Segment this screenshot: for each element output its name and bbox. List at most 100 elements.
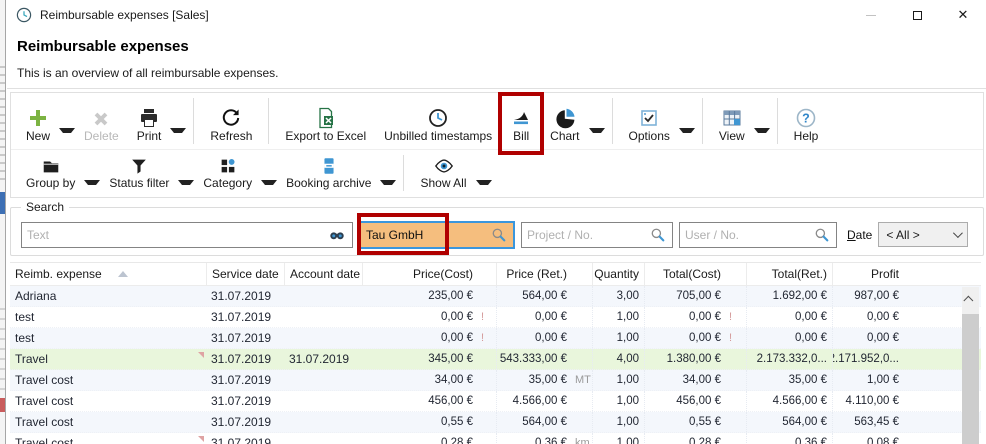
- window-title: Reimbursable expenses [Sales]: [40, 8, 209, 22]
- delete-x-icon: [91, 105, 111, 129]
- print-button[interactable]: Print: [128, 94, 171, 148]
- date-select[interactable]: < All >: [878, 222, 968, 247]
- chevron-down-icon: [953, 228, 963, 238]
- bill-annotation-wrapper: Bill: [501, 94, 541, 148]
- text-search-input[interactable]: [27, 228, 327, 242]
- page-subtitle: This is an overview of all reimbursable …: [17, 66, 278, 80]
- chart-dropdown-arrow[interactable]: [589, 128, 605, 133]
- category-button[interactable]: Category: [194, 151, 261, 195]
- refresh-button[interactable]: Refresh: [201, 94, 261, 148]
- view-button[interactable]: View: [710, 94, 754, 148]
- new-button[interactable]: New: [17, 94, 59, 148]
- separator: [777, 98, 778, 144]
- export-to-excel-button[interactable]: Export to Excel: [276, 94, 375, 148]
- chart-button[interactable]: Chart: [541, 94, 588, 148]
- status-filter-dropdown-arrow[interactable]: [178, 180, 194, 185]
- excel-document-icon: [315, 105, 337, 129]
- col-header-total-cost[interactable]: Total(Cost): [644, 263, 726, 285]
- eye-icon: [433, 156, 455, 176]
- magnifier-icon[interactable]: [813, 226, 831, 244]
- separator: [268, 98, 269, 144]
- table-row-highlighted[interactable]: Travel 31.07.2019 31.07.2019 345,00 € 54…: [10, 349, 981, 370]
- table-row[interactable]: Adriana 31.07.2019 235,00 € 564,00 € 3,0…: [10, 286, 981, 307]
- separator: [193, 98, 194, 144]
- cell-name: Travel cost: [10, 433, 206, 444]
- new-plus-icon: [27, 105, 49, 129]
- status-filter-button[interactable]: Status filter: [100, 151, 178, 195]
- col-header-service-date[interactable]: Service date: [206, 263, 284, 285]
- table-row[interactable]: test 31.07.2019 0,00 € ! 0,00 € 1,00 0,0…: [10, 307, 981, 328]
- category-dropdown-arrow[interactable]: [261, 180, 277, 185]
- col-header-price-ret[interactable]: Price (Ret.): [496, 263, 572, 285]
- sort-asc-icon: [118, 271, 128, 277]
- table-row[interactable]: Travel cost 31.07.2019 0,55 € 564,00 € 1…: [10, 412, 981, 433]
- col-header-quantity[interactable]: Quantity: [592, 263, 644, 285]
- warning-flag: !: [726, 311, 746, 323]
- date-label: Date: [847, 228, 872, 242]
- col-header-account-date[interactable]: Account date: [284, 263, 362, 285]
- maximize-button[interactable]: [894, 0, 940, 30]
- refresh-icon: [220, 105, 242, 129]
- magnifier-icon[interactable]: [649, 226, 667, 244]
- project-search-field[interactable]: [521, 222, 673, 248]
- text-search-field[interactable]: [21, 222, 353, 248]
- col-header-reimb-expense[interactable]: Reimb. expense: [10, 263, 206, 285]
- cell-name: Adriana: [10, 286, 206, 306]
- view-dropdown-arrow[interactable]: [754, 128, 770, 133]
- user-search-input[interactable]: [685, 228, 813, 242]
- show-all-dropdown-arrow[interactable]: [476, 180, 492, 185]
- table-row[interactable]: Travel cost 31.07.2019 34,00 € 35,00 € M…: [10, 370, 981, 391]
- svg-text:?: ?: [802, 111, 810, 125]
- table-row[interactable]: test 31.07.2019 0,00 € ! 0,00 € 1,00 0,0…: [10, 328, 981, 349]
- show-all-button[interactable]: Show All: [411, 151, 475, 195]
- note-marker-icon: [198, 352, 204, 358]
- col-header-price-cost[interactable]: Price(Cost): [362, 263, 478, 285]
- unbilled-timestamps-button[interactable]: Unbilled timestamps: [375, 94, 501, 148]
- archive-box-icon: [319, 156, 339, 176]
- cell-name: Travel cost: [10, 370, 206, 390]
- minimize-button[interactable]: [848, 0, 894, 30]
- options-dropdown-arrow[interactable]: [679, 128, 695, 133]
- vertical-scrollbar[interactable]: [962, 287, 979, 444]
- expenses-table: Reimb. expense Service date Account date…: [10, 262, 981, 444]
- company-search-input[interactable]: [366, 228, 490, 242]
- window-controls: ✕: [848, 0, 986, 30]
- group-by-dropdown-arrow[interactable]: [84, 180, 100, 185]
- table-row[interactable]: Travel cost 31.07.2019 0,28 € 0,36 € km …: [10, 433, 981, 444]
- scrollbar-thumb[interactable]: [962, 314, 979, 444]
- title-bar: Reimbursable expenses [Sales] ✕: [7, 0, 986, 30]
- help-button[interactable]: ? Help: [785, 94, 828, 148]
- bill-button[interactable]: Bill: [501, 94, 541, 148]
- toolbar-row-2: Group by Status filter Category Booking …: [11, 150, 983, 196]
- magnifier-icon[interactable]: [490, 226, 508, 244]
- table-row[interactable]: Travel cost 31.07.2019 456,00 € 4.566,00…: [10, 391, 981, 412]
- unit-label: km: [572, 437, 592, 444]
- note-marker-icon: [198, 436, 204, 442]
- booking-archive-dropdown-arrow[interactable]: [380, 180, 396, 185]
- company-search-field[interactable]: [359, 221, 515, 249]
- close-button[interactable]: ✕: [940, 0, 986, 30]
- group-by-button[interactable]: Group by: [17, 151, 84, 195]
- background-window-sliver: [0, 0, 6, 444]
- options-button[interactable]: Options: [620, 94, 679, 148]
- folder-icon: [41, 156, 61, 176]
- warning-flag: !: [478, 332, 496, 344]
- col-header-profit[interactable]: Profit: [832, 263, 904, 285]
- binoculars-icon[interactable]: [327, 226, 347, 244]
- search-group: Search Date < All >: [10, 207, 984, 256]
- new-dropdown-arrow[interactable]: [59, 128, 75, 133]
- col-header-total-ret[interactable]: Total(Ret.): [746, 263, 832, 285]
- pie-chart-icon: [554, 105, 576, 129]
- warning-flag: !: [478, 311, 496, 323]
- delete-button[interactable]: Delete: [75, 94, 128, 148]
- scrollbar-up-button[interactable]: [962, 287, 979, 309]
- project-search-input[interactable]: [527, 228, 649, 242]
- user-search-field[interactable]: [679, 222, 837, 248]
- separator: [702, 98, 703, 144]
- clock-icon: [427, 105, 449, 129]
- checkbox-icon: [638, 105, 660, 129]
- cell-name: Travel cost: [10, 391, 206, 411]
- print-dropdown-arrow[interactable]: [170, 128, 186, 133]
- page-title: Reimbursable expenses: [17, 38, 189, 55]
- booking-archive-button[interactable]: Booking archive: [277, 151, 380, 195]
